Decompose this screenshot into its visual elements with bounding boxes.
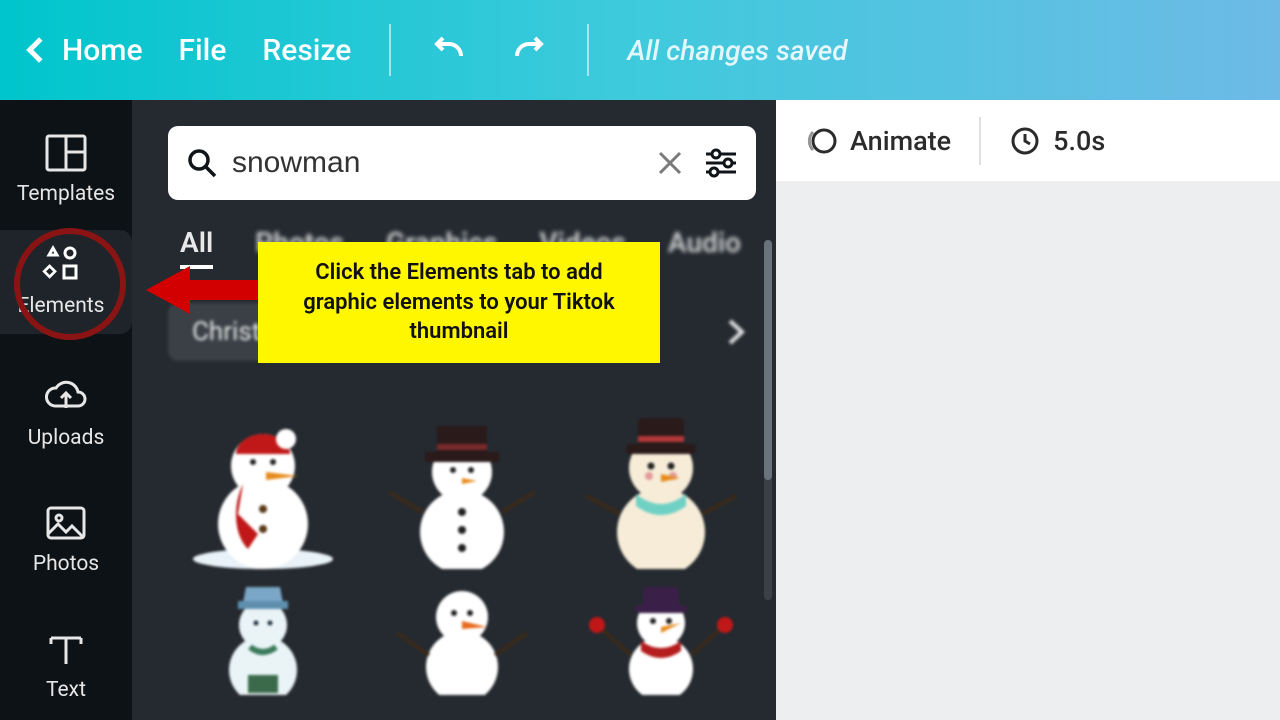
sidebar-item-uploads[interactable]: Uploads bbox=[0, 362, 132, 466]
uploads-icon bbox=[43, 376, 89, 418]
result-item[interactable] bbox=[567, 379, 756, 569]
sidebar-item-label: Uploads bbox=[28, 426, 105, 450]
sidebar-item-elements[interactable]: Elements bbox=[0, 230, 132, 334]
redo-icon bbox=[507, 34, 549, 66]
chips-next-button[interactable] bbox=[716, 312, 756, 352]
chevron-left-icon bbox=[26, 37, 51, 62]
scrollbar-thumb[interactable] bbox=[764, 240, 772, 480]
snowman-icon bbox=[178, 384, 348, 569]
workspace: Templates Elements Uploads Photos bbox=[0, 100, 1280, 720]
snowman-icon bbox=[581, 575, 741, 695]
file-menu-button[interactable]: File bbox=[179, 33, 227, 68]
sidebar-item-templates[interactable]: Templates bbox=[0, 118, 132, 222]
redo-button[interactable] bbox=[507, 29, 549, 71]
duration-label: 5.0s bbox=[1053, 125, 1105, 157]
resize-menu-button[interactable]: Resize bbox=[262, 33, 351, 68]
snowman-icon bbox=[188, 575, 338, 695]
results-grid bbox=[168, 379, 756, 695]
suggestion-chips: Christmas hidden e bbox=[168, 303, 756, 361]
top-app-bar: Home File Resize All changes saved bbox=[0, 0, 1280, 100]
tab-audio[interactable]: Audio bbox=[668, 226, 741, 269]
toolbar-separator bbox=[389, 24, 391, 76]
sidebar-item-label: Templates bbox=[17, 182, 115, 206]
result-item[interactable] bbox=[168, 575, 357, 695]
templates-icon bbox=[43, 132, 89, 174]
sidebar-item-label: Text bbox=[46, 678, 86, 702]
result-item[interactable] bbox=[168, 379, 357, 569]
canvas-toolbar: Animate 5.0s bbox=[776, 100, 1280, 182]
result-item[interactable] bbox=[567, 575, 756, 695]
chip-partial[interactable]: e bbox=[565, 303, 627, 361]
photos-icon bbox=[43, 502, 89, 544]
resize-label: Resize bbox=[262, 33, 351, 68]
duration-button[interactable]: 5.0s bbox=[1009, 125, 1105, 157]
clear-search-icon[interactable] bbox=[656, 149, 684, 177]
canvas-area[interactable] bbox=[776, 182, 1280, 720]
left-rail: Templates Elements Uploads Photos bbox=[0, 100, 132, 720]
canvas-column: Animate 5.0s bbox=[776, 100, 1280, 720]
undo-button[interactable] bbox=[429, 29, 471, 71]
tab-photos[interactable]: Photos bbox=[255, 226, 344, 269]
sidebar-item-label: Photos bbox=[33, 552, 99, 576]
elements-panel: All Photos Graphics Videos Audio Christm… bbox=[132, 100, 776, 720]
result-type-tabs: All Photos Graphics Videos Audio bbox=[168, 226, 756, 269]
sidebar-item-photos[interactable]: Photos bbox=[0, 488, 132, 592]
snowman-icon bbox=[576, 384, 746, 569]
search-filters-icon[interactable] bbox=[704, 148, 738, 178]
animate-icon bbox=[804, 124, 838, 158]
back-home-button[interactable]: Home bbox=[30, 33, 143, 68]
text-icon bbox=[43, 628, 89, 670]
save-status-text: All changes saved bbox=[627, 34, 847, 67]
animate-label: Animate bbox=[850, 125, 951, 157]
sidebar-item-label: Elements bbox=[17, 294, 104, 318]
home-label: Home bbox=[62, 33, 143, 68]
toolbar-separator bbox=[587, 24, 589, 76]
sidebar-item-text[interactable]: Text bbox=[0, 614, 132, 718]
tab-all[interactable]: All bbox=[180, 226, 213, 269]
panel-scrollbar[interactable] bbox=[764, 240, 772, 600]
search-input[interactable] bbox=[232, 146, 642, 180]
toolbar-separator bbox=[979, 117, 981, 165]
animate-button[interactable]: Animate bbox=[804, 124, 951, 158]
result-item[interactable] bbox=[367, 379, 556, 569]
elements-icon bbox=[38, 244, 84, 286]
file-label: File bbox=[179, 33, 227, 68]
chip-christmas[interactable]: Christmas bbox=[168, 303, 335, 361]
search-bar bbox=[168, 126, 756, 200]
snowman-icon bbox=[377, 384, 547, 569]
snowman-icon bbox=[387, 575, 537, 695]
search-icon bbox=[186, 147, 218, 179]
tab-videos[interactable]: Videos bbox=[539, 226, 626, 269]
chevron-right-icon bbox=[726, 317, 746, 347]
result-item[interactable] bbox=[367, 575, 556, 695]
tab-graphics[interactable]: Graphics bbox=[386, 226, 497, 269]
undo-icon bbox=[429, 34, 471, 66]
clock-icon bbox=[1009, 125, 1041, 157]
